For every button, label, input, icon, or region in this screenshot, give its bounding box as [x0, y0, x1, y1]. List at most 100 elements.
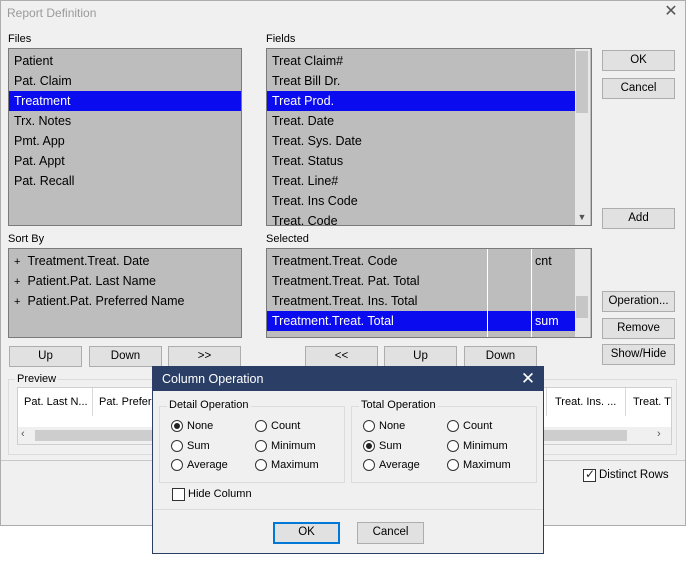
fields-list-item[interactable]: Treat Bill Dr.	[267, 71, 576, 91]
fields-list-item[interactable]: Treat. Ins Code	[267, 191, 576, 211]
dialog-total-radio-none[interactable]: None	[363, 419, 443, 435]
selected-scroll-thumb[interactable]	[576, 296, 588, 318]
fields-list-item[interactable]: Treat. Status	[267, 151, 576, 171]
sort-by-list-item[interactable]: + Patient.Pat. Last Name	[9, 271, 241, 291]
distinct-rows-checkbox[interactable]	[583, 467, 596, 482]
sort-by-listbox[interactable]: + Treatment.Treat. Date + Patient.Pat. Last…	[8, 248, 242, 338]
fields-list-item[interactable]: Treat. Date	[267, 111, 576, 131]
files-list-item[interactable]: Pat. Appt	[9, 151, 241, 171]
selected-up-button[interactable]: Up	[384, 346, 457, 367]
distinct-rows-label: Distinct Rows	[599, 469, 669, 481]
ok-button[interactable]: OK	[602, 50, 675, 71]
dialog-total-radio-maximum[interactable]: Maximum	[447, 458, 527, 474]
dialog-ok-button[interactable]: OK	[273, 522, 340, 544]
preview-label: Preview	[15, 373, 59, 385]
hide-column-label: Hide Column	[188, 488, 252, 500]
sort-direction-indicator: +	[14, 256, 21, 268]
sort-field-label: Treatment.Treat. Date	[27, 254, 150, 268]
selected-list-row[interactable]: Treatment.Treat. Total sum	[267, 311, 575, 331]
fields-list-item[interactable]: Treat. Code	[267, 211, 576, 225]
radio-indicator[interactable]	[255, 439, 267, 452]
files-list-item[interactable]: Pat. Claim	[9, 71, 241, 91]
sort-direction-indicator: +	[14, 276, 21, 288]
radio-label: Maximum	[271, 459, 319, 471]
fields-list-item[interactable]: Treat. Line#	[267, 171, 576, 191]
scroll-left-icon[interactable]: ‹	[21, 428, 33, 440]
scroll-down-icon[interactable]: ▼	[575, 210, 589, 224]
show-hide-button[interactable]: Show/Hide	[602, 344, 675, 365]
files-list-item[interactable]: Trx. Notes	[9, 111, 241, 131]
radio-label: Sum	[187, 439, 210, 452]
fields-scroll-thumb[interactable]	[576, 51, 588, 113]
files-list-item[interactable]: Treatment	[9, 91, 241, 111]
fields-list-item[interactable]: Treat Prod.	[267, 91, 576, 111]
radio-indicator[interactable]	[363, 420, 375, 432]
radio-indicator[interactable]	[255, 420, 267, 432]
radio-indicator[interactable]	[171, 420, 183, 432]
preview-column-header[interactable]: Treat. Ins. ...	[546, 388, 626, 416]
fields-list-item[interactable]: Treat Claim#	[267, 51, 576, 71]
dialog-detail-radio-none[interactable]: None	[171, 419, 251, 435]
radio-label: Minimum	[463, 439, 508, 452]
selected-scrollbar[interactable]	[575, 249, 590, 337]
selected-list-row[interactable]: Treatment.Treat. Ins. Total	[267, 291, 575, 311]
preview-column-header[interactable]: Treat. T	[626, 388, 672, 416]
radio-indicator[interactable]	[363, 459, 375, 471]
detail-operation-legend: Detail Operation	[167, 399, 251, 411]
radio-indicator[interactable]	[363, 439, 375, 452]
dialog-total-radio-minimum[interactable]: Minimum	[447, 439, 527, 455]
selected-label: Selected	[266, 233, 309, 245]
radio-label: None	[187, 420, 214, 432]
sort-up-button[interactable]: Up	[9, 346, 82, 367]
files-list-item[interactable]: Pmt. App	[9, 131, 241, 151]
selected-field-operation: cnt	[535, 254, 552, 268]
window-close-icon[interactable]: ✕	[662, 3, 680, 21]
dialog-total-radio-average[interactable]: Average	[363, 458, 443, 474]
dialog-cancel-button[interactable]: Cancel	[357, 522, 424, 544]
sort-down-button[interactable]: Down	[89, 346, 162, 367]
radio-indicator[interactable]	[255, 459, 267, 471]
selected-field-name: Treatment.Treat. Total	[272, 314, 394, 328]
remove-button[interactable]: Remove	[602, 318, 675, 339]
sort-field-label: Patient.Pat. Preferred Name	[27, 294, 185, 308]
selected-down-button[interactable]: Down	[464, 346, 537, 367]
dialog-detail-radio-count[interactable]: Count	[255, 419, 335, 435]
dialog-detail-radio-average[interactable]: Average	[171, 458, 251, 474]
scroll-right-icon[interactable]: ›	[657, 428, 669, 440]
operation-button[interactable]: Operation...	[602, 291, 675, 312]
dialog-detail-radio-minimum[interactable]: Minimum	[255, 439, 335, 455]
move-right-button[interactable]: >>	[168, 346, 241, 367]
selected-field-name: Treatment.Treat. Code	[272, 254, 398, 268]
move-left-button[interactable]: <<	[305, 346, 378, 367]
radio-indicator[interactable]	[447, 439, 459, 452]
column-divider	[531, 249, 532, 337]
files-list-item[interactable]: Patient	[9, 51, 241, 71]
preview-column-header[interactable]: Pat. Last N...	[18, 388, 93, 416]
window-title: Report Definition	[7, 6, 97, 20]
total-operation-legend: Total Operation	[359, 399, 438, 411]
cancel-button[interactable]: Cancel	[602, 78, 675, 99]
files-list-item[interactable]: Pat. Recall	[9, 171, 241, 191]
dialog-total-radio-sum[interactable]: Sum	[363, 439, 443, 455]
radio-indicator[interactable]	[447, 420, 459, 432]
fields-listbox[interactable]: Treat Claim# Treat Bill Dr. Treat Prod. Tre…	[266, 48, 592, 226]
dialog-total-radio-count[interactable]: Count	[447, 419, 527, 435]
radio-indicator[interactable]	[171, 459, 183, 471]
selected-listbox[interactable]: Treatment.Treat. Code cnt Treatment.Treat.…	[266, 248, 592, 338]
selected-list-row[interactable]: Treatment.Treat. Code cnt	[267, 251, 575, 271]
dialog-detail-radio-maximum[interactable]: Maximum	[255, 458, 335, 474]
radio-label: Maximum	[463, 459, 511, 471]
radio-indicator[interactable]	[447, 459, 459, 471]
dialog-close-icon[interactable]: ✕	[518, 369, 538, 389]
dialog-detail-radio-sum[interactable]: Sum	[171, 439, 251, 455]
add-button[interactable]: Add	[602, 208, 675, 229]
selected-list-row[interactable]: Treatment.Treat. Pat. Total	[267, 271, 575, 291]
fields-list-item[interactable]: Treat. Sys. Date	[267, 131, 576, 151]
hide-column-checkbox[interactable]	[172, 488, 185, 501]
sort-by-label: Sort By	[8, 233, 45, 245]
sort-by-list-item[interactable]: + Treatment.Treat. Date	[9, 251, 241, 271]
files-listbox[interactable]: Patient Pat. Claim Treatment Trx. Notes Pmt.…	[8, 48, 242, 226]
sort-by-list-item[interactable]: + Patient.Pat. Preferred Name	[9, 291, 241, 311]
radio-indicator[interactable]	[171, 439, 183, 452]
fields-scrollbar[interactable]: ▼	[575, 49, 590, 225]
